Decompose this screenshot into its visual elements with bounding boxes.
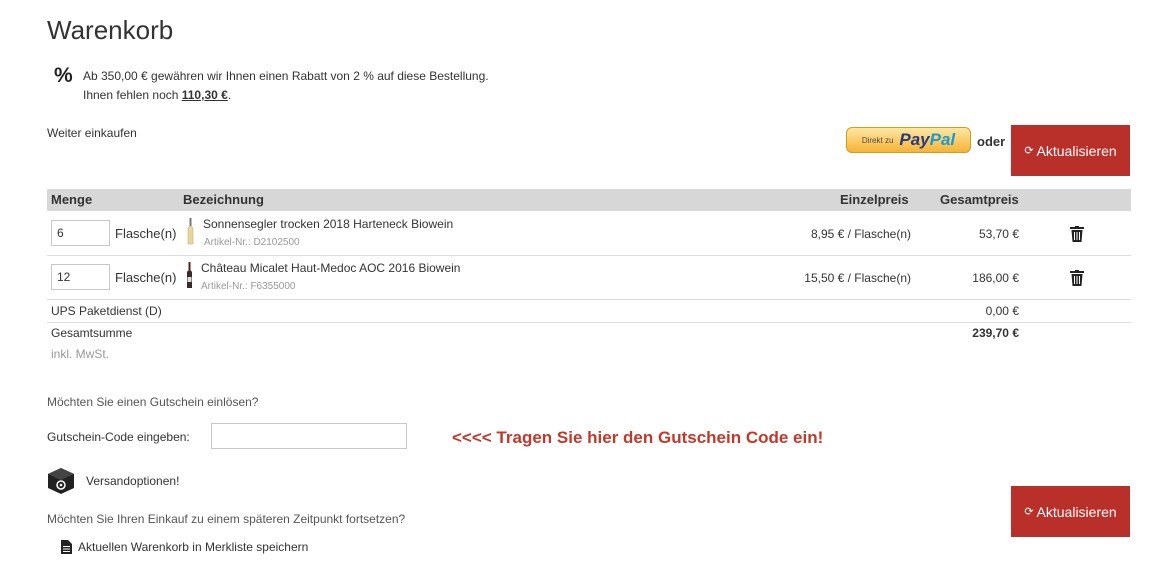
document-icon <box>61 540 72 554</box>
grand-total-value: 239,70 € <box>972 326 1019 340</box>
voucher-hint: <<<< Tragen Sie hier den Gutschein Code … <box>452 428 824 447</box>
shipping-total: 0,00 € <box>985 304 1019 318</box>
voucher-code-input[interactable] <box>211 423 407 449</box>
cart-table-header: Menge Bezeichnung Einzelpreis Gesamtprei… <box>47 189 1131 211</box>
shipping-method-label: UPS Paketdienst (D) <box>51 304 162 318</box>
row-divider <box>47 322 1131 323</box>
voucher-question: Möchten Sie einen Gutschein einlösen? <box>47 395 259 409</box>
rebate-line2: Ihnen fehlen noch 110,30 €. <box>83 86 489 105</box>
header-unit-price: Einzelpreis <box>840 192 909 207</box>
update-cart-button-bottom[interactable]: ⟳ Aktualisieren <box>1011 486 1130 537</box>
header-description: Bezeichnung <box>183 192 264 207</box>
voucher-label: Gutschein-Code eingeben: <box>47 430 190 444</box>
wine-bottle-icon <box>187 262 192 288</box>
trash-icon[interactable] <box>1070 226 1084 242</box>
header-quantity: Menge <box>51 192 93 207</box>
quantity-input[interactable] <box>51 220 110 246</box>
paypal-prefix: Direkt zu <box>861 135 894 145</box>
continue-shopping-link[interactable]: Weiter einkaufen <box>47 126 137 140</box>
product-name[interactable]: Château Micalet Haut-Medoc AOC 2016 Biow… <box>201 261 460 275</box>
page-title: Warenkorb <box>47 15 174 45</box>
row-divider <box>47 299 1131 300</box>
rebate-line1: Ab 350,00 € gewähren wir Ihnen einen Rab… <box>83 69 489 83</box>
or-label: oder <box>977 134 1006 149</box>
paypal-logo-pal: Pal <box>929 130 956 149</box>
unit-label: Flasche(n) <box>115 226 177 241</box>
shipping-options-link[interactable]: Versandoptionen! <box>86 474 179 488</box>
paypal-checkout-button[interactable]: Direkt zu PayPal <box>846 127 971 153</box>
unit-price: 15,50 € / Flasche(n) <box>804 271 911 285</box>
rebate-suffix: . <box>227 88 232 102</box>
refresh-icon: ⟳ <box>1024 506 1034 518</box>
row-total: 186,00 € <box>972 271 1019 285</box>
row-total: 53,70 € <box>978 227 1019 241</box>
grand-total-label: Gesamtsumme <box>51 326 133 340</box>
vat-note: inkl. MwSt. <box>51 347 110 361</box>
update-button-label: Aktualisieren <box>1036 142 1117 159</box>
later-question: Möchten Sie Ihren Einkauf zu einem späte… <box>47 512 406 526</box>
quantity-input[interactable] <box>51 264 110 290</box>
save-to-wishlist-link[interactable]: Aktuellen Warenkorb in Merkliste speiche… <box>78 540 308 554</box>
update-cart-button-top[interactable]: ⟳ Aktualisieren <box>1011 125 1130 176</box>
paypal-logo-pay: Pay <box>899 130 930 149</box>
article-number: Artikel-Nr.: F6355000 <box>201 281 296 292</box>
percent-icon: % <box>54 64 73 87</box>
article-number: Artikel-Nr.: D2102500 <box>204 237 300 248</box>
wine-bottle-icon <box>187 218 194 245</box>
paypal-logo: PayPal <box>899 130 955 150</box>
header-total-price: Gesamtpreis <box>940 192 1019 207</box>
update-button-label: Aktualisieren <box>1036 503 1117 520</box>
product-name[interactable]: Sonnensegler trocken 2018 Harteneck Biow… <box>203 217 453 231</box>
unit-price: 8,95 € / Flasche(n) <box>810 227 911 241</box>
rebate-missing-label: Ihnen fehlen noch <box>83 88 182 102</box>
rebate-missing-amount: 110,30 € <box>181 88 228 102</box>
row-divider <box>47 255 1131 256</box>
refresh-icon: ⟳ <box>1024 145 1034 157</box>
shipping-box-icon <box>48 468 74 494</box>
rebate-info: Ab 350,00 € gewähren wir Ihnen einen Rab… <box>83 67 489 105</box>
trash-icon[interactable] <box>1070 270 1084 286</box>
unit-label: Flasche(n) <box>115 270 177 285</box>
